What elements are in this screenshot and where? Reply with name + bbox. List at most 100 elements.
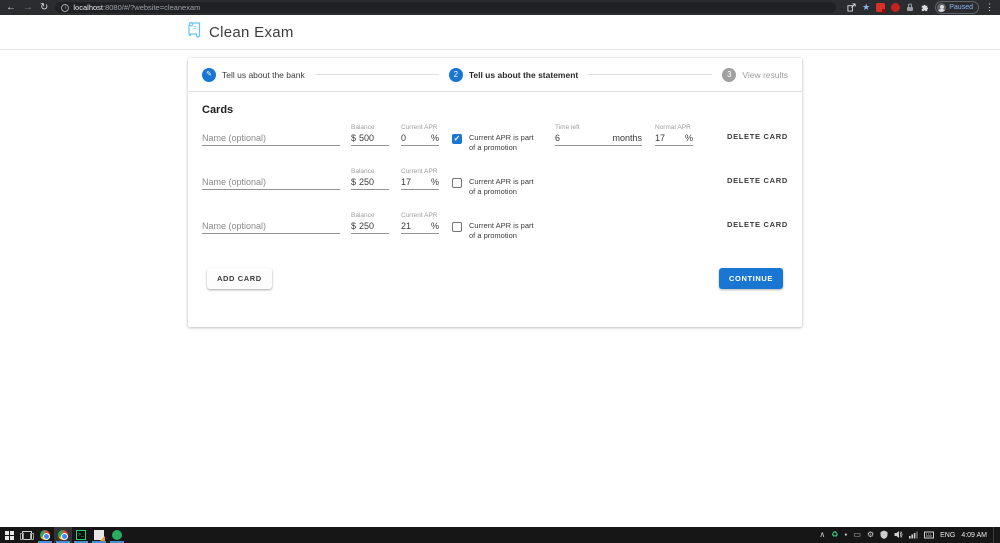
card-row: Balance $ Current APR % ✓ Current APR is… [202, 124, 788, 153]
hidden-icons-chevron[interactable]: ∧ [819, 527, 825, 543]
promo-checkbox[interactable] [452, 222, 462, 232]
card-row: Balance $ Current APR % Current APR is p… [202, 212, 788, 241]
normal-apr-field: Normal APR % [655, 124, 693, 146]
network-icon[interactable] [909, 526, 918, 543]
current-apr-input[interactable] [401, 133, 431, 143]
cards-section: Cards Balance $ Current APR % [188, 92, 802, 327]
time-left-label: Time left [555, 124, 580, 131]
defender-shield-icon[interactable] [880, 526, 888, 543]
name-input[interactable] [202, 221, 340, 231]
share-icon[interactable] [847, 3, 856, 12]
taskbar-chrome-1[interactable] [36, 527, 54, 543]
reload-icon[interactable]: ↻ [40, 0, 48, 15]
delete-card-button[interactable]: DELETE CARD [727, 124, 788, 141]
add-card-button[interactable]: ADD CARD [207, 268, 272, 289]
current-apr-input[interactable] [401, 177, 431, 187]
browser-menu-icon[interactable]: ⋮ [985, 2, 994, 13]
touch-keyboard-icon[interactable] [924, 526, 935, 543]
extensions-puzzle-icon[interactable] [920, 3, 929, 12]
green-app-icon [112, 530, 122, 540]
clock[interactable]: 4:09 AM [961, 532, 987, 539]
balance-input[interactable] [359, 177, 389, 187]
sync-paused-label: Paused [949, 4, 973, 11]
taskbar-green-app[interactable] [108, 527, 126, 543]
step-bank-label: Tell us about the bank [222, 69, 305, 80]
name-field [202, 124, 340, 146]
percent-suffix: % [430, 133, 439, 143]
time-left-field: Time left months [555, 124, 642, 146]
balance-field: Balance $ [351, 168, 389, 190]
show-desktop-button[interactable] [993, 527, 996, 543]
name-field [202, 212, 340, 234]
percent-suffix: % [430, 221, 439, 231]
name-input[interactable] [202, 177, 340, 187]
stepper-connector [314, 74, 439, 75]
step-results[interactable]: 3 View results [722, 67, 788, 82]
currency-prefix: $ [351, 177, 357, 187]
stepper: ✎ Tell us about the bank 2 Tell us about… [188, 58, 802, 92]
task-view-icon [20, 530, 34, 540]
volume-icon[interactable] [894, 526, 903, 543]
taskbar-terminal[interactable]: >_ [72, 527, 90, 543]
promo-label: Current APR is part of a promotion [469, 221, 534, 240]
continue-button[interactable]: CONTINUE [719, 268, 783, 289]
extension-red-icon[interactable] [876, 3, 887, 13]
tray-settings-icon[interactable]: ⚙ [867, 527, 874, 543]
page-title: Clean Exam [209, 23, 294, 41]
sync-status-icon[interactable]: ♻ [831, 527, 838, 543]
normal-apr-input[interactable] [655, 133, 685, 143]
promo-checkbox-wrap [452, 212, 462, 232]
app-header: Clean Exam [0, 15, 1000, 50]
step-bank[interactable]: ✎ Tell us about the bank [202, 67, 305, 82]
currency-prefix: $ [351, 133, 357, 143]
adblock-icon[interactable] [891, 3, 901, 12]
taskbar-editor[interactable] [90, 527, 108, 543]
percent-suffix: % [430, 177, 439, 187]
balance-input[interactable] [359, 133, 389, 143]
start-button[interactable] [0, 527, 18, 543]
promo-label: Current APR is part of a promotion [469, 177, 534, 196]
current-apr-input[interactable] [401, 221, 431, 231]
name-input[interactable] [202, 133, 340, 143]
browser-extensions-area: ★ Paused ⋮ [843, 1, 994, 14]
step-statement[interactable]: 2 Tell us about the statement [448, 67, 578, 82]
chrome-icon [58, 530, 68, 540]
avatar [937, 3, 947, 12]
task-view-button[interactable] [18, 527, 36, 543]
bookmark-star-icon[interactable]: ★ [862, 2, 870, 13]
card-row: Balance $ Current APR % Current APR is p… [202, 168, 788, 197]
balance-field: Balance $ [351, 212, 389, 234]
page-info-icon[interactable]: i [61, 3, 70, 12]
current-apr-label: Current APR [401, 212, 438, 219]
screen: ← → ↻ i localhost:8080/#/?website=cleane… [0, 0, 1000, 543]
name-field [202, 168, 340, 190]
text-editor-icon [94, 530, 104, 540]
delete-card-button[interactable]: DELETE CARD [727, 212, 788, 229]
tray-box-icon[interactable]: ▭ [853, 527, 861, 543]
taskbar-chrome-2[interactable] [54, 527, 72, 543]
balance-input[interactable] [359, 221, 389, 231]
promo-checkbox[interactable]: ✓ [452, 134, 462, 144]
address-bar[interactable]: i localhost:8080/#/?website=cleanexam [55, 2, 837, 13]
time-left-input[interactable] [555, 133, 613, 143]
terminal-icon: >_ [76, 530, 86, 540]
page-content: ✎ Tell us about the bank 2 Tell us about… [0, 58, 1000, 535]
promo-label: Current APR is part of a promotion [469, 133, 534, 152]
forward-icon[interactable]: → [23, 0, 33, 15]
current-apr-field: Current APR % [401, 124, 439, 146]
stepper-connector [588, 74, 713, 75]
brand: Clean Exam [188, 21, 294, 43]
language-indicator[interactable]: ENG [940, 532, 955, 539]
step-3-circle: 3 [722, 67, 737, 82]
promo-checkbox-wrap [452, 168, 462, 188]
months-suffix: months [612, 133, 642, 143]
balance-label: Balance [351, 212, 375, 219]
profile-paused-pill[interactable]: Paused [935, 1, 979, 14]
balance-label: Balance [351, 124, 375, 131]
promo-checkbox[interactable] [452, 178, 462, 188]
balance-label: Balance [351, 168, 375, 175]
current-apr-label: Current APR [401, 124, 438, 131]
back-icon[interactable]: ← [6, 0, 16, 15]
delete-card-button[interactable]: DELETE CARD [727, 168, 788, 185]
tray-dot-icon[interactable]: ● [844, 527, 847, 543]
